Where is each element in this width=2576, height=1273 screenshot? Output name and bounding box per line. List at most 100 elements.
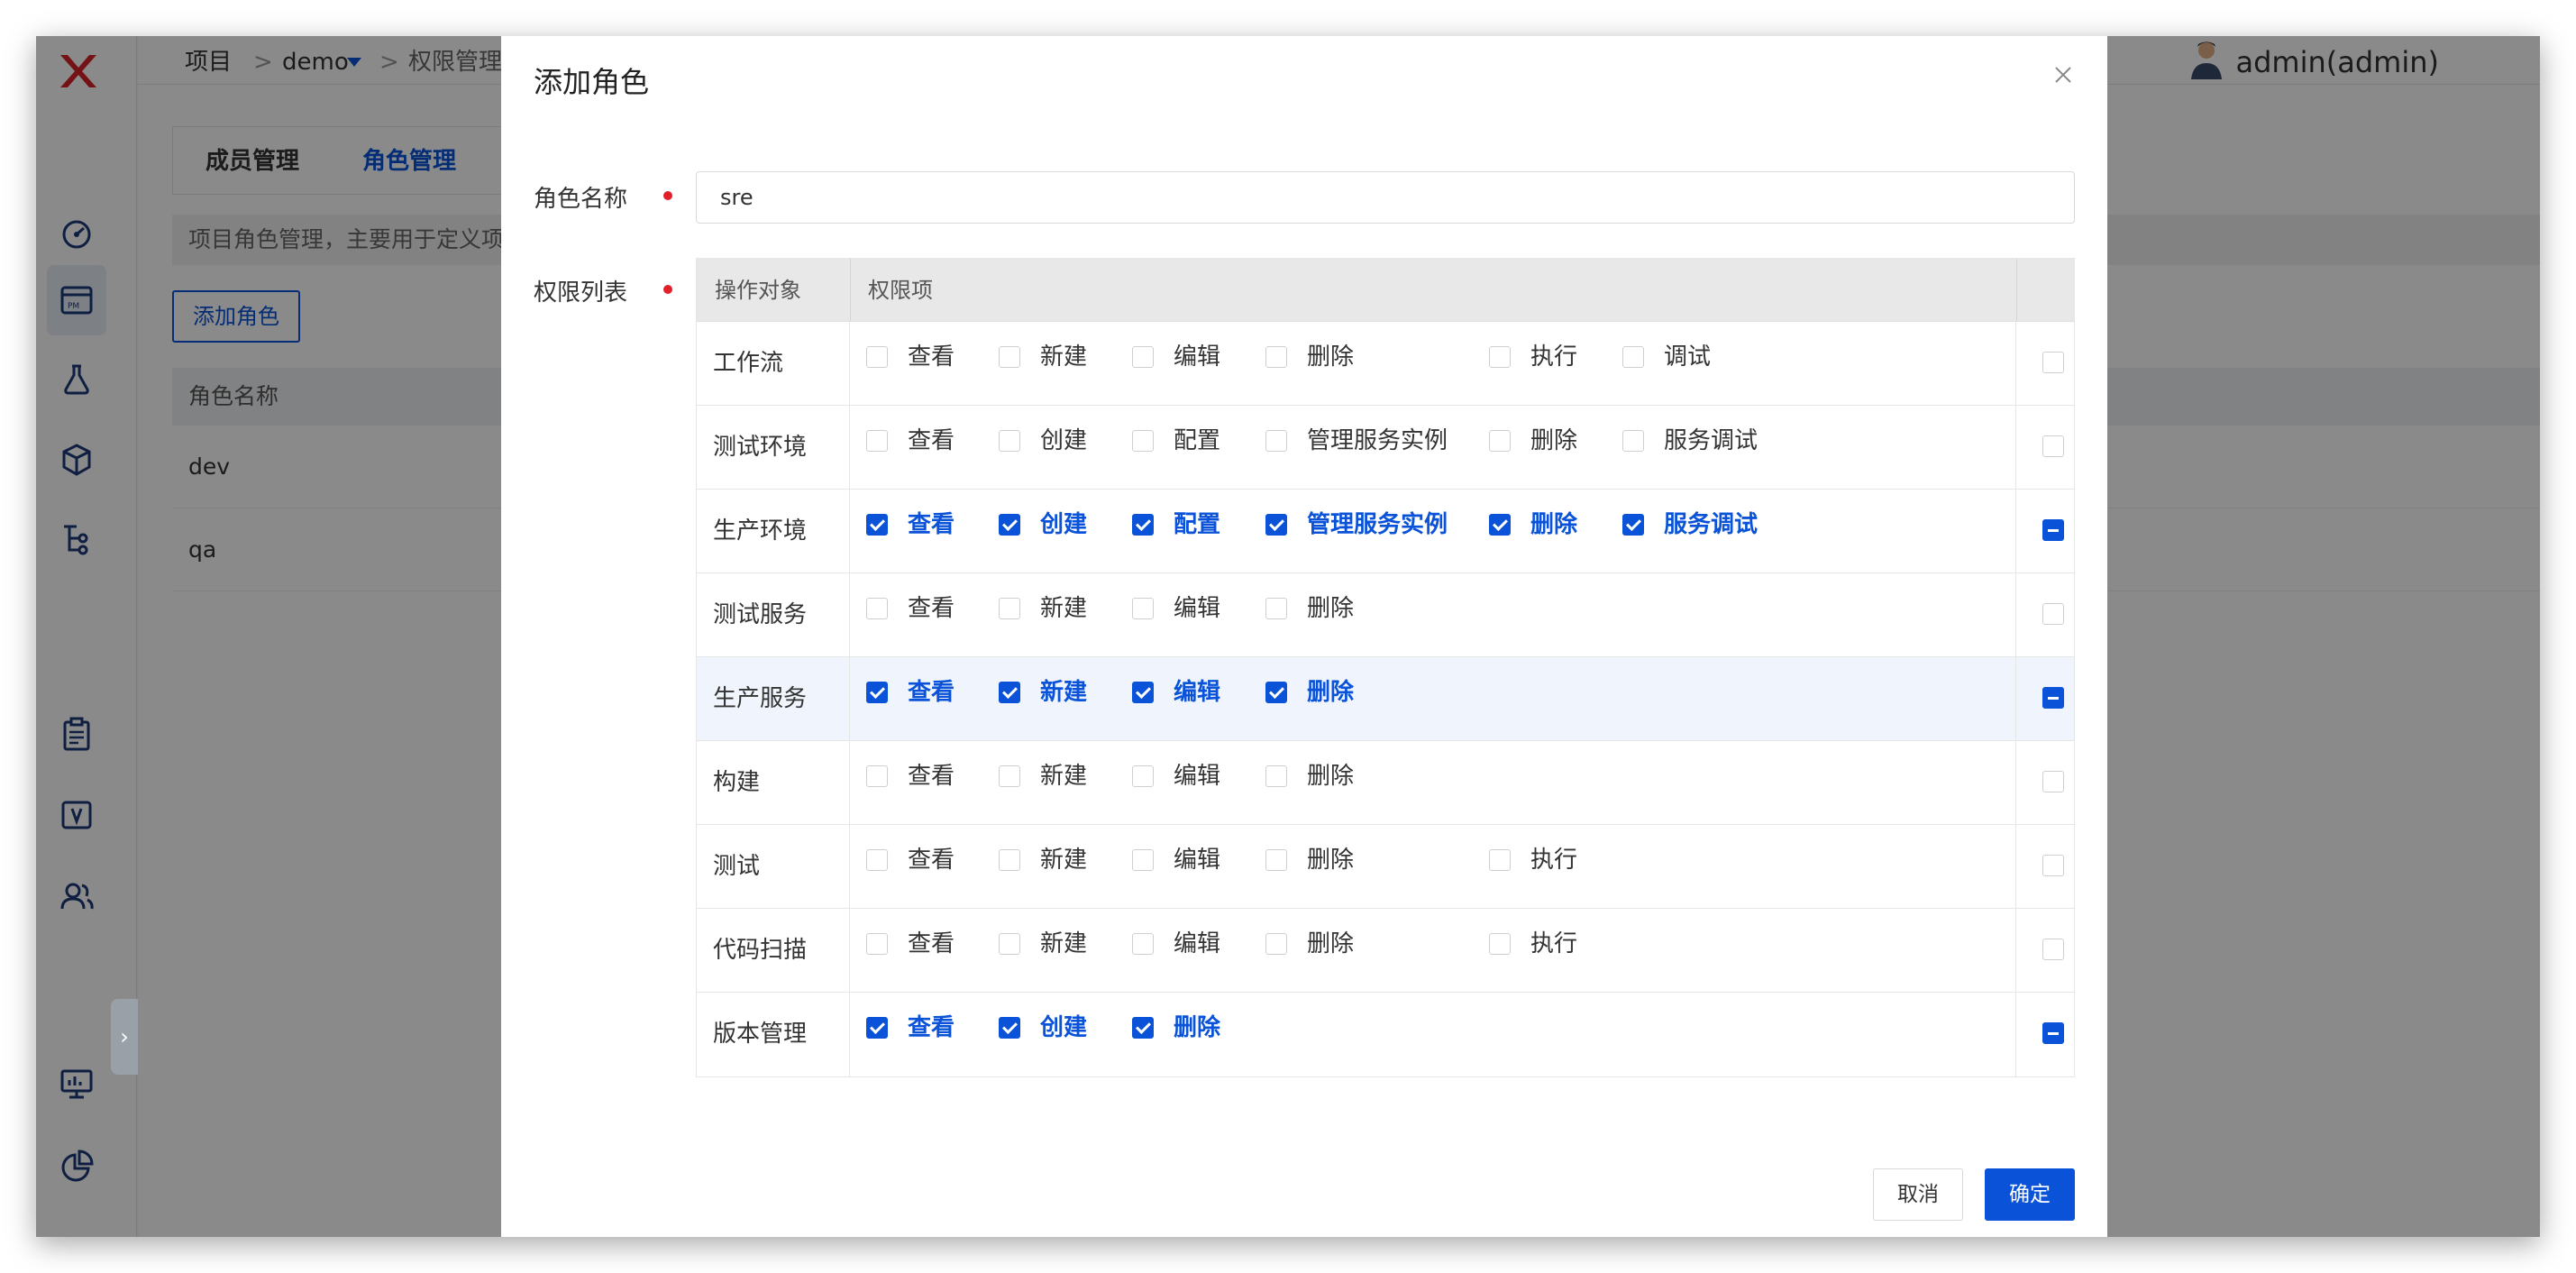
perm-row-object: 工作流 <box>697 322 850 405</box>
checkbox-checked[interactable] <box>999 682 1020 703</box>
checkbox-unchecked[interactable] <box>866 765 888 787</box>
required-mark <box>663 285 672 294</box>
checkbox-unchecked[interactable] <box>1622 430 1644 452</box>
perm-row-object: 代码扫描 <box>697 909 850 992</box>
checkbox-unchecked[interactable] <box>1622 346 1644 368</box>
checkbox-unchecked[interactable] <box>1489 849 1511 871</box>
checkbox-unchecked[interactable] <box>999 598 1020 619</box>
perm-label: 新建 <box>1040 679 1088 706</box>
checkbox-checked[interactable] <box>1265 514 1287 536</box>
checkbox-unchecked[interactable] <box>1265 346 1287 368</box>
checkbox-checked[interactable] <box>866 514 888 536</box>
perm-label: 新建 <box>1040 763 1088 790</box>
role-name-label: 角色名称 <box>534 186 628 213</box>
role-name-input[interactable]: sre <box>696 171 2075 224</box>
row-select-all-checkbox[interactable] <box>2042 435 2064 457</box>
perm-options: 查看 新建 编辑 删除 执行 <box>850 909 2016 992</box>
row-select-all-checkbox[interactable] <box>2042 352 2064 373</box>
add-role-dialog: 添加角色 角色名称 sre 权限列表 操作对象 权限项 工作流 查看 新建 编辑 删除执… <box>501 36 2107 1237</box>
checkbox-unchecked[interactable] <box>866 598 888 619</box>
perm-options: 查看 创建 删除 <box>850 993 2016 1076</box>
checkbox-unchecked[interactable] <box>1132 430 1154 452</box>
checkbox-checked[interactable] <box>1622 514 1644 536</box>
perm-label: 删除 <box>1307 343 1355 371</box>
perm-label: 删除 <box>1307 679 1355 706</box>
checkbox-unchecked[interactable] <box>866 849 888 871</box>
perm-label: 新建 <box>1040 343 1088 371</box>
row-select-all-checkbox[interactable] <box>2042 1022 2064 1044</box>
checkbox-unchecked[interactable] <box>1265 765 1287 787</box>
perm-row-prod-service: 生产服务 查看 新建 编辑 删除 <box>697 657 2074 741</box>
perm-label: 查看 <box>908 511 955 538</box>
perm-list-label: 权限列表 <box>534 279 628 307</box>
perm-row-workflow: 工作流 查看 新建 编辑 删除 执行 调试 <box>697 322 2074 406</box>
checkbox-checked[interactable] <box>1132 1017 1154 1039</box>
checkbox-checked[interactable] <box>1132 514 1154 536</box>
perm-label: 查看 <box>908 847 955 874</box>
checkbox-unchecked[interactable] <box>1265 598 1287 619</box>
checkbox-unchecked[interactable] <box>1489 346 1511 368</box>
perm-row-test-env: 测试环境 查看 创建 配置 管理服务实例 删除 服务调试 <box>697 406 2074 490</box>
checkbox-unchecked[interactable] <box>999 430 1020 452</box>
cancel-button[interactable]: 取消 <box>1873 1168 1963 1221</box>
checkbox-unchecked[interactable] <box>866 430 888 452</box>
row-select-all-checkbox[interactable] <box>2042 603 2064 625</box>
perm-row-object: 测试 <box>697 825 850 908</box>
perm-row-code-scan: 代码扫描 查看 新建 编辑 删除 执行 <box>697 909 2074 993</box>
perm-label: 编辑 <box>1174 595 1221 622</box>
checkbox-unchecked[interactable] <box>1132 346 1154 368</box>
checkbox-unchecked[interactable] <box>1132 598 1154 619</box>
checkbox-checked[interactable] <box>1132 682 1154 703</box>
perm-label: 删除 <box>1307 595 1355 622</box>
perm-row-version: 版本管理 查看 创建 删除 <box>697 993 2074 1076</box>
perm-label: 服务调试 <box>1664 427 1758 454</box>
row-select-all-checkbox[interactable] <box>2042 687 2064 709</box>
perm-label: 配置 <box>1174 511 1221 538</box>
row-select-all-checkbox[interactable] <box>2042 939 2064 960</box>
column-divider <box>850 259 851 321</box>
checkbox-unchecked[interactable] <box>999 849 1020 871</box>
perm-row-object: 构建 <box>697 741 850 824</box>
permission-table-header: 操作对象 权限项 <box>697 259 2074 322</box>
column-divider <box>2016 259 2017 321</box>
row-select-all-checkbox[interactable] <box>2042 855 2064 876</box>
perm-options: 查看 新建 编辑 删除 执行 调试 <box>850 322 2016 405</box>
perm-label: 查看 <box>908 679 955 706</box>
perm-label: 编辑 <box>1174 763 1221 790</box>
perm-label: 配置 <box>1174 427 1221 454</box>
checkbox-checked[interactable] <box>1265 682 1287 703</box>
perm-options: 查看 新建 编辑 删除 <box>850 657 2016 740</box>
checkbox-checked[interactable] <box>999 514 1020 536</box>
checkbox-unchecked[interactable] <box>1132 933 1154 955</box>
perm-label: 查看 <box>908 1014 955 1041</box>
checkbox-unchecked[interactable] <box>999 765 1020 787</box>
checkbox-unchecked[interactable] <box>999 933 1020 955</box>
checkbox-unchecked[interactable] <box>1489 933 1511 955</box>
checkbox-unchecked[interactable] <box>999 346 1020 368</box>
perm-row-build: 构建 查看 新建 编辑 删除 <box>697 741 2074 825</box>
perm-options: 查看 新建 编辑 删除 <box>850 741 2016 824</box>
checkbox-unchecked[interactable] <box>1132 765 1154 787</box>
perm-label: 查看 <box>908 763 955 790</box>
checkbox-unchecked[interactable] <box>866 346 888 368</box>
perm-label: 执行 <box>1530 930 1578 957</box>
checkbox-checked[interactable] <box>1489 514 1511 536</box>
checkbox-unchecked[interactable] <box>1265 430 1287 452</box>
checkbox-unchecked[interactable] <box>1265 849 1287 871</box>
checkbox-checked[interactable] <box>999 1017 1020 1039</box>
row-select-all-checkbox[interactable] <box>2042 519 2064 541</box>
confirm-button[interactable]: 确定 <box>1985 1168 2075 1221</box>
checkbox-unchecked[interactable] <box>1265 933 1287 955</box>
dialog-title: 添加角色 <box>534 65 650 99</box>
checkbox-checked[interactable] <box>866 1017 888 1039</box>
checkbox-checked[interactable] <box>866 682 888 703</box>
checkbox-unchecked[interactable] <box>1489 430 1511 452</box>
checkbox-unchecked[interactable] <box>1132 849 1154 871</box>
perm-row-object: 生产服务 <box>697 657 850 740</box>
chevron-right-icon[interactable]: › <box>111 999 138 1075</box>
perm-label: 编辑 <box>1174 847 1221 874</box>
perm-label: 删除 <box>1530 511 1578 538</box>
row-select-all-checkbox[interactable] <box>2042 771 2064 792</box>
checkbox-unchecked[interactable] <box>866 933 888 955</box>
close-icon[interactable] <box>2050 61 2077 88</box>
